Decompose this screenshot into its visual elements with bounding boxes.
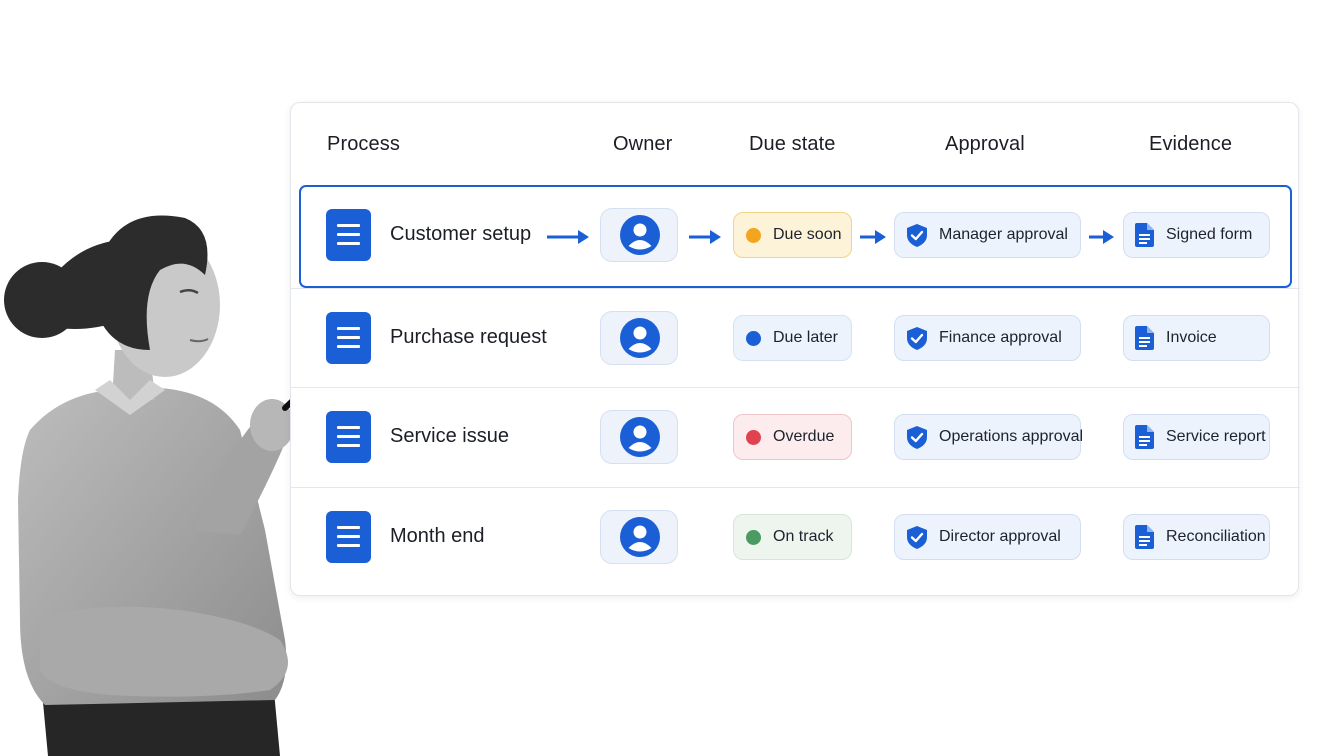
user-avatar-icon xyxy=(620,215,660,255)
table-row-3[interactable]: Service issue Overdue Operations approva… xyxy=(291,387,1300,487)
document-lines-icon xyxy=(326,312,371,364)
status-dot-icon xyxy=(746,330,761,346)
evidence-chip[interactable]: Service report xyxy=(1123,414,1270,460)
document-lines-icon xyxy=(326,411,371,463)
process-table-card: Process Owner Due state Approval Evidenc… xyxy=(290,102,1300,596)
status-dot-icon xyxy=(746,429,761,445)
document-lines-icon xyxy=(326,209,371,261)
file-icon xyxy=(1135,223,1154,247)
due-state-badge[interactable]: Due soon xyxy=(733,212,852,258)
flow-arrow-icon xyxy=(1089,230,1114,244)
due-state-label: Overdue xyxy=(773,428,835,445)
table-row-4[interactable]: Month end On track Director approval Rec… xyxy=(291,487,1300,587)
due-state-label: Due soon xyxy=(773,226,842,243)
due-state-badge[interactable]: Due later xyxy=(733,315,852,361)
file-icon xyxy=(1135,525,1154,549)
table-row-2[interactable]: Purchase request Due later Finance appro… xyxy=(291,288,1300,388)
file-icon xyxy=(1135,326,1154,350)
approval-label: Director approval xyxy=(939,528,1061,545)
evidence-label: Invoice xyxy=(1166,329,1217,346)
evidence-chip[interactable]: Signed form xyxy=(1123,212,1270,258)
approval-chip[interactable]: Director approval xyxy=(894,514,1081,560)
due-state-badge[interactable]: Overdue xyxy=(733,414,852,460)
status-dot-icon xyxy=(746,529,761,545)
process-name: Purchase request xyxy=(390,326,547,348)
evidence-label: Signed form xyxy=(1166,226,1253,243)
flow-arrow-icon xyxy=(547,230,589,244)
owner-chip[interactable] xyxy=(600,208,678,262)
column-header-due-state: Due state xyxy=(749,133,836,155)
owner-chip[interactable] xyxy=(600,510,678,564)
approval-label: Finance approval xyxy=(939,329,1062,346)
evidence-chip[interactable]: Reconciliation xyxy=(1123,514,1270,560)
table-row-1[interactable]: Customer setup Due soon Manager approval xyxy=(299,185,1292,288)
process-name: Customer setup xyxy=(390,223,532,245)
file-icon xyxy=(1135,425,1154,449)
shield-check-icon xyxy=(907,525,927,549)
evidence-label: Reconciliation xyxy=(1166,528,1266,545)
document-lines-icon xyxy=(326,511,371,563)
evidence-chip[interactable]: Invoice xyxy=(1123,315,1270,361)
column-header-owner: Owner xyxy=(613,133,673,155)
approval-chip[interactable]: Manager approval xyxy=(894,212,1081,258)
evidence-label: Service report xyxy=(1166,428,1266,445)
shield-check-icon xyxy=(907,223,927,247)
approval-label: Manager approval xyxy=(939,226,1068,243)
user-avatar-icon xyxy=(620,517,660,557)
flow-arrow-icon xyxy=(860,230,886,244)
process-name: Service issue xyxy=(390,425,509,447)
approval-chip[interactable]: Finance approval xyxy=(894,315,1081,361)
owner-chip[interactable] xyxy=(600,311,678,365)
shield-check-icon xyxy=(907,326,927,350)
due-state-label: Due later xyxy=(773,329,838,346)
user-avatar-icon xyxy=(620,417,660,457)
approval-chip[interactable]: Operations approval xyxy=(894,414,1084,460)
due-state-label: On track xyxy=(773,528,834,545)
column-header-process: Process xyxy=(327,133,400,155)
process-name: Month end xyxy=(390,525,485,547)
column-header-approval: Approval xyxy=(945,133,1025,155)
due-state-badge[interactable]: On track xyxy=(733,514,852,560)
column-header-evidence: Evidence xyxy=(1149,133,1233,155)
owner-chip[interactable] xyxy=(600,410,678,464)
status-dot-icon xyxy=(746,227,761,243)
person-illustration xyxy=(4,215,309,756)
shield-check-icon xyxy=(907,425,927,449)
user-avatar-icon xyxy=(620,318,660,358)
approval-label: Operations approval xyxy=(939,428,1084,445)
flow-arrow-icon xyxy=(689,230,721,244)
